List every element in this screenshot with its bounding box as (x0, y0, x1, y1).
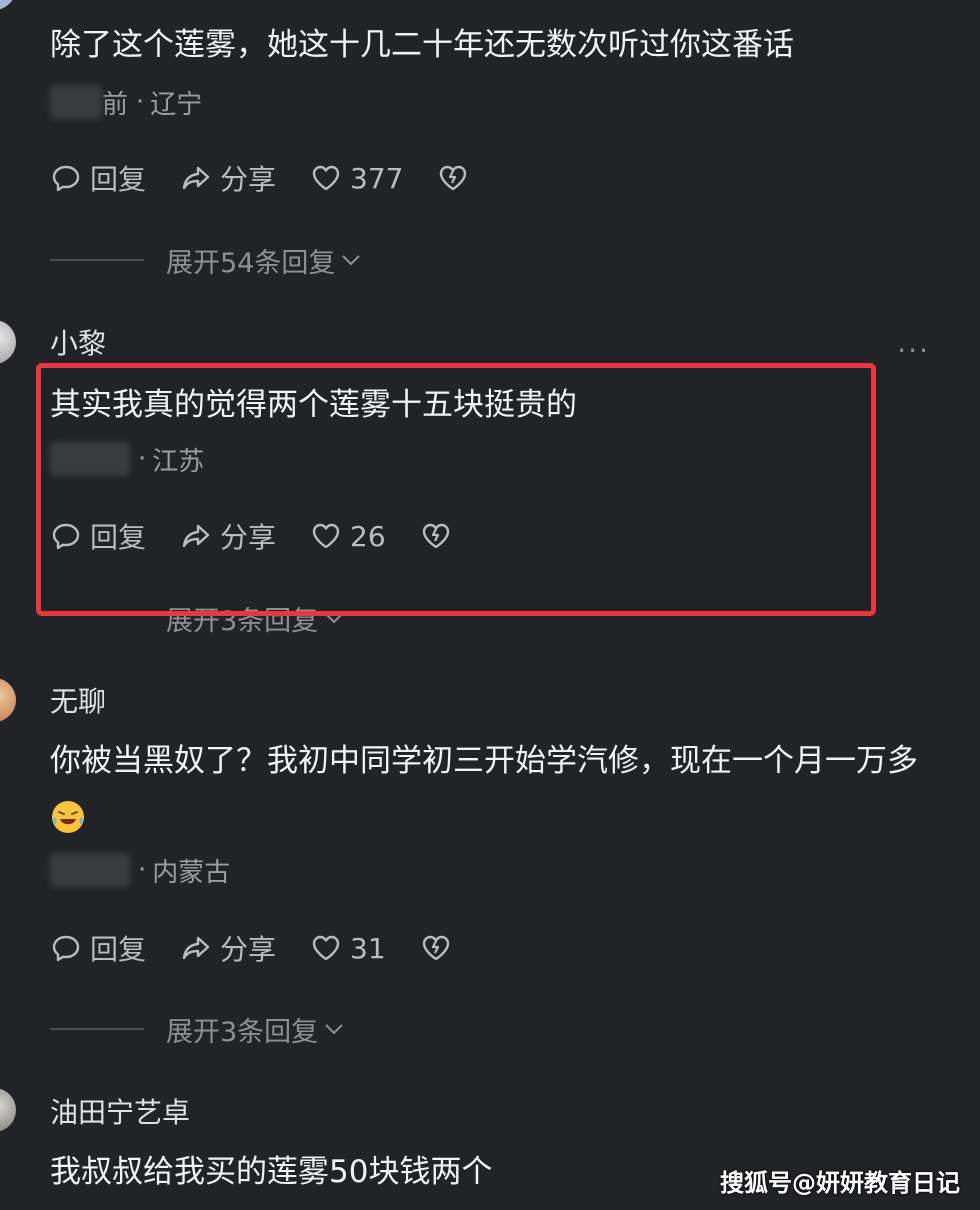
share-arrow-icon (182, 166, 210, 190)
watermark: 搜狐号@妍妍教育日记 (720, 1169, 960, 1197)
like-count: 377 (350, 161, 404, 195)
reply-button[interactable]: 回复 (50, 928, 146, 968)
reply-label: 回复 (90, 163, 147, 196)
comment-bubble-icon (52, 935, 80, 962)
meta-separator: · (138, 855, 147, 885)
expand-label: 展开3条回复 (166, 1016, 319, 1048)
avatar[interactable] (0, 320, 16, 364)
blurred-timestamp (50, 853, 130, 887)
avatar[interactable] (0, 1088, 16, 1132)
comment-meta: 前 · 辽宁 (50, 84, 202, 120)
expand-replies[interactable]: 展开3条回复 (50, 1011, 346, 1048)
comment-bubble-icon (52, 165, 80, 192)
comment-actions: 回复 分享 377 (50, 158, 511, 198)
broken-heart-icon (440, 165, 467, 191)
dislike-button[interactable] (420, 932, 460, 964)
like-count: 31 (350, 931, 386, 965)
heart-icon (312, 165, 340, 191)
expand-replies[interactable]: 展开54条回复 (50, 242, 363, 279)
comment-actions: 回复 分享 31 (50, 928, 494, 968)
heart-icon (312, 935, 340, 961)
divider-line (50, 1028, 144, 1030)
username[interactable]: 小黎 (50, 322, 106, 362)
divider-line (50, 259, 144, 261)
meta-time: 前 (102, 89, 129, 120)
like-button[interactable]: 31 (310, 932, 386, 965)
highlight-box (36, 363, 876, 616)
like-button[interactable]: 377 (310, 162, 403, 195)
avatar[interactable] (0, 678, 16, 722)
comment-text: 除了这个莲雾，她这十几二十年还无数次听过你这番话 (50, 27, 794, 63)
more-options-icon[interactable]: ··· (897, 334, 930, 367)
comment-text-body: 你被当黑奴了？我初中同学初三开始学汽修，现在一个月一万多 (50, 743, 918, 779)
broken-heart-icon (422, 935, 449, 961)
chevron-down-icon (342, 255, 361, 266)
username[interactable]: 无聊 (50, 680, 106, 720)
comment-meta: · 内蒙古 (50, 852, 230, 888)
share-label: 分享 (220, 163, 277, 196)
share-label: 分享 (220, 933, 277, 966)
share-button[interactable]: 分享 (180, 928, 276, 968)
avatar[interactable] (0, 0, 16, 10)
reply-button[interactable]: 回复 (50, 158, 146, 198)
expand-label: 展开54条回复 (166, 247, 336, 279)
laughing-crying-emoji-icon (52, 800, 84, 833)
share-button[interactable]: 分享 (180, 158, 276, 198)
meta-location: 内蒙古 (152, 857, 231, 888)
share-arrow-icon (182, 936, 210, 960)
blurred-timestamp (50, 85, 102, 119)
chevron-down-icon (325, 1024, 343, 1035)
reply-label: 回复 (90, 933, 147, 966)
meta-separator: · (136, 87, 145, 117)
username[interactable]: 油田宁艺卓 (50, 1091, 190, 1131)
dislike-button[interactable] (437, 162, 477, 194)
meta-location: 辽宁 (150, 89, 203, 120)
comment-text: 你被当黑奴了？我初中同学初三开始学汽修，现在一个月一万多 (50, 734, 940, 842)
